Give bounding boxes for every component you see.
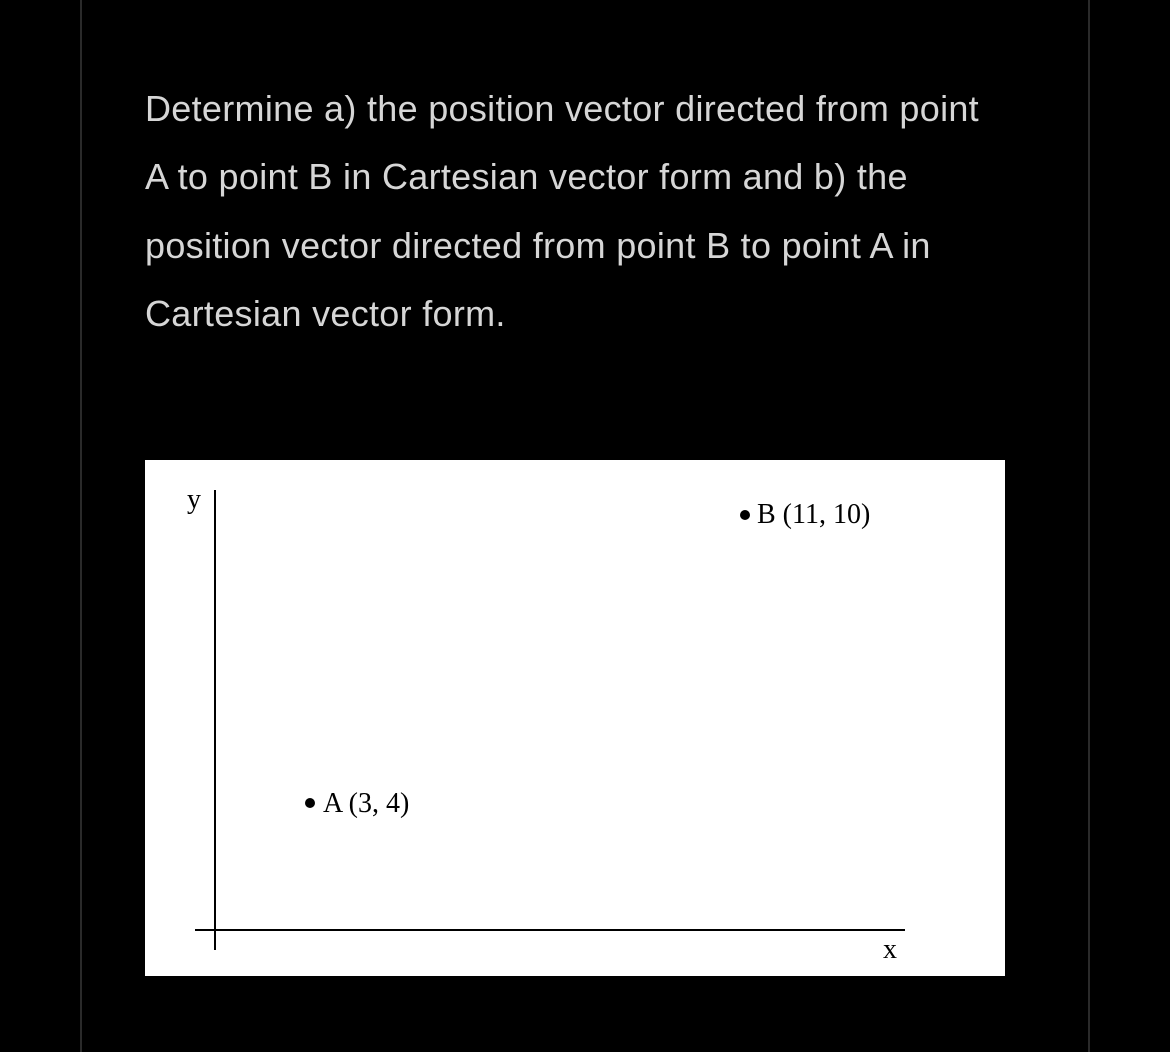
x-axis-label: x [883,934,897,965]
y-axis-label: y [187,484,201,515]
point-b-label: B (11, 10) [757,499,870,530]
diagram-container: y x A (3, 4) B (11, 10) [145,460,1005,976]
point-b-dot [740,510,750,520]
point-a-label: A (3, 4) [323,788,409,819]
question-block: Determine a) the position vector directe… [145,75,1005,349]
question-text: Determine a) the position vector directe… [145,75,1005,349]
point-a-dot [305,798,315,808]
coordinate-diagram: y x A (3, 4) B (11, 10) [145,460,1005,976]
